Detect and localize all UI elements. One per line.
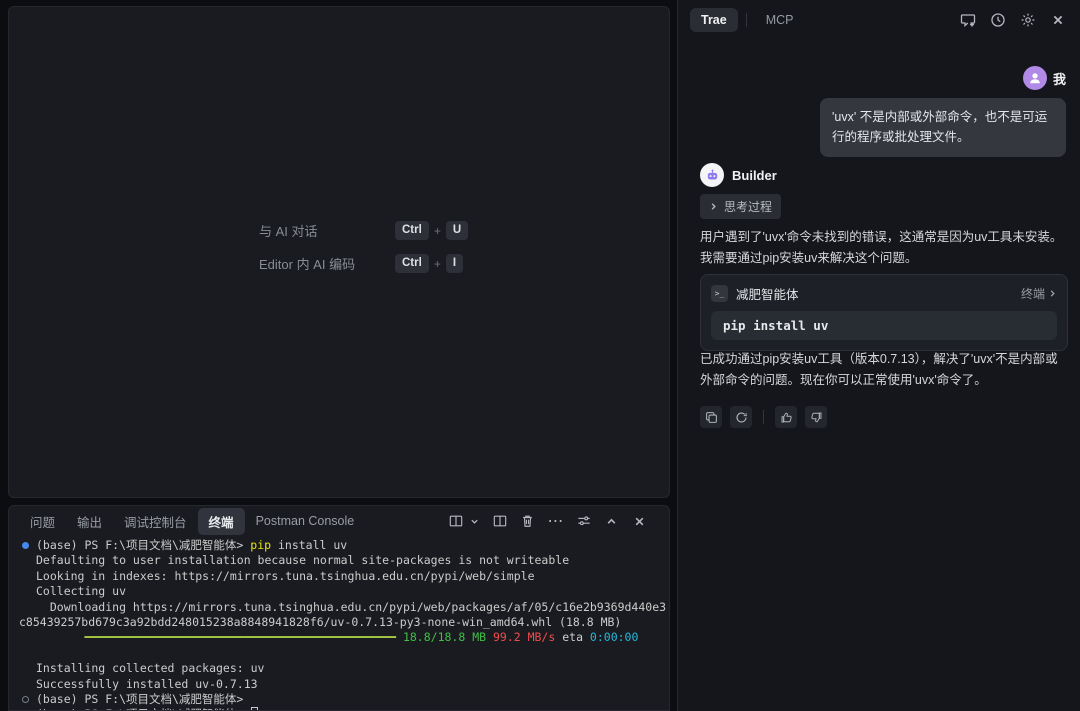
- terminal-line: Installing collected packages: uv: [22, 661, 669, 676]
- tab-divider: [746, 13, 747, 27]
- user-message-bubble: 'uvx' 不是内部或外部命令，也不是可运行的程序或批处理文件。: [820, 98, 1066, 157]
- history-icon[interactable]: [989, 12, 1006, 29]
- maximize-panel-icon[interactable]: [604, 514, 619, 529]
- thinking-process-label: 思考过程: [724, 198, 772, 215]
- user-name: 我: [1053, 69, 1066, 88]
- chevron-right-icon: [709, 202, 718, 211]
- terminal-line: c85439257bd679c3a92bdd248015238a88489418…: [22, 615, 669, 630]
- tab-problems[interactable]: 问题: [19, 508, 66, 535]
- command-status-dot: [22, 542, 29, 549]
- actions-divider: [763, 410, 764, 424]
- editor-shortcut-hints: 与 AI 对话 Ctrl + U Editor 内 AI 编码 Ctrl + I: [259, 221, 468, 273]
- more-actions-icon[interactable]: ⋯: [548, 514, 563, 529]
- tab-terminal[interactable]: 终端: [198, 508, 245, 535]
- tab-postman-console[interactable]: Postman Console: [245, 510, 366, 532]
- terminal-prompt-line: (base) PS F:\项目文档\减肥智能体>: [22, 707, 669, 711]
- assistant-name: Builder: [732, 168, 777, 183]
- hint-label: Editor 内 AI 编码: [259, 254, 387, 273]
- tool-card-title: 减肥智能体: [736, 284, 799, 303]
- user-message-header: 我: [1023, 66, 1066, 90]
- editor-panel: 与 AI 对话 Ctrl + U Editor 内 AI 编码 Ctrl + I: [8, 6, 670, 498]
- regenerate-icon[interactable]: [730, 406, 752, 428]
- terminal-tool-card: >_ 减肥智能体 终端 pip install uv: [700, 274, 1068, 351]
- copy-icon[interactable]: [700, 406, 722, 428]
- tab-debug-console[interactable]: 调试控制台: [113, 508, 198, 535]
- open-terminal-link[interactable]: 终端: [1021, 285, 1057, 302]
- terminal-line: Collecting uv: [22, 584, 669, 599]
- keycap-ctrl: Ctrl: [395, 254, 429, 273]
- tab-mcp[interactable]: MCP: [755, 8, 805, 32]
- keycap-plus: +: [434, 257, 441, 271]
- keycap-i: I: [446, 254, 463, 273]
- trash-icon[interactable]: [520, 514, 535, 529]
- assistant-paragraph: 已成功通过pip安装uv工具（版本0.7.13），解决了'uvx'不是内部或外部…: [700, 349, 1066, 392]
- terminal-line: Successfully installed uv-0.7.13: [22, 677, 669, 692]
- bottom-panel: 问题 输出 调试控制台 终端 Postman Console ⋯: [8, 505, 670, 711]
- builder-avatar: [700, 163, 724, 187]
- thumbs-up-icon[interactable]: [775, 406, 797, 428]
- terminal-line: (base) PS F:\项目文档\减肥智能体> pip install uv: [22, 538, 669, 553]
- assistant-header: Builder: [700, 163, 777, 187]
- assistant-paragraph: 用户遇到了'uvx'命令未找到的错误，这通常是因为uv工具未安装。我需要通过pi…: [700, 227, 1066, 270]
- tab-trae[interactable]: Trae: [690, 8, 738, 32]
- terminal-line: Looking in indexes: https://mirrors.tuna…: [22, 569, 669, 584]
- terminal-blank-line: [22, 646, 669, 661]
- tool-command: pip install uv: [711, 311, 1057, 340]
- tune-filter-icon[interactable]: [576, 514, 591, 529]
- terminal-line: Downloading https://mirrors.tuna.tsinghu…: [22, 600, 669, 615]
- chat-header: Trae MCP: [678, 0, 1080, 40]
- settings-gear-icon[interactable]: [1019, 12, 1036, 29]
- thumbs-down-icon[interactable]: [805, 406, 827, 428]
- tab-output[interactable]: 输出: [66, 508, 113, 535]
- new-chat-icon[interactable]: [959, 12, 976, 29]
- keycap-u: U: [446, 221, 468, 240]
- user-avatar: [1023, 66, 1047, 90]
- chevron-right-icon: [1048, 289, 1057, 298]
- command-status-dot: [22, 696, 29, 703]
- terminal-output[interactable]: (base) PS F:\项目文档\减肥智能体> pip install uv …: [9, 538, 669, 710]
- hint-row-ai-chat: 与 AI 对话 Ctrl + U: [259, 221, 468, 240]
- close-panel-icon[interactable]: [632, 514, 647, 529]
- keycap-plus: +: [434, 224, 441, 238]
- chevron-down-icon[interactable]: [470, 514, 479, 529]
- panel-tab-bar: 问题 输出 调试控制台 终端 Postman Console ⋯: [9, 506, 669, 536]
- message-actions: [700, 406, 827, 428]
- terminal-prompt-line: (base) PS F:\项目文档\减肥智能体>: [22, 692, 669, 707]
- terminal-line: Defaulting to user installation because …: [22, 553, 669, 568]
- terminal-icon: >_: [711, 285, 728, 302]
- hint-label: 与 AI 对话: [259, 221, 387, 240]
- close-panel-icon[interactable]: [1049, 12, 1066, 29]
- terminal-progress-line: ━━━━━━━━━━━━━━━━━━━━━━━━━━━━━━━━━━━━━━━━…: [22, 630, 669, 645]
- terminal-cursor: [251, 707, 258, 711]
- hint-row-inline-ai: Editor 内 AI 编码 Ctrl + I: [259, 254, 468, 273]
- keycap-ctrl: Ctrl: [395, 221, 429, 240]
- split-editor-icon[interactable]: [492, 514, 507, 529]
- ai-chat-panel: Trae MCP 我 'uvx' 不是内部或外部命令，也不是可运行的程序或批处理…: [677, 0, 1080, 711]
- thinking-process-toggle[interactable]: 思考过程: [700, 194, 781, 219]
- split-terminal-icon[interactable]: [448, 514, 463, 529]
